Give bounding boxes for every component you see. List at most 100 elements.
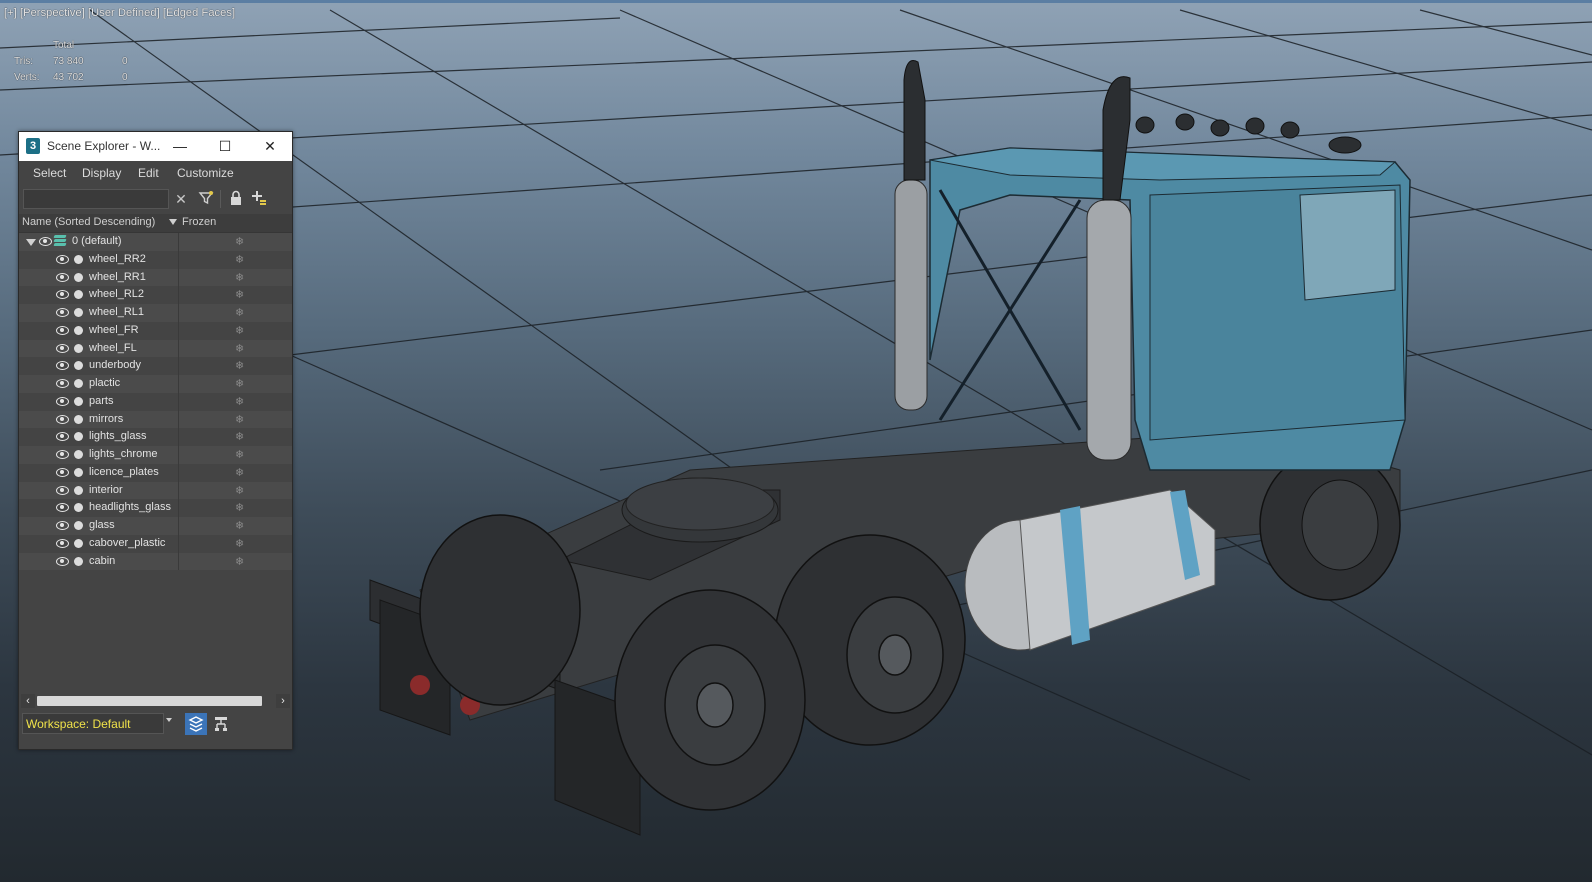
tree-row[interactable]: headlights_glass ❄ [19, 499, 292, 517]
visibility-eye-icon[interactable] [39, 237, 52, 246]
tree-row[interactable]: glass ❄ [19, 517, 292, 535]
scroll-right-arrow-icon[interactable]: › [276, 694, 290, 708]
freeze-toggle-icon[interactable]: ❄ [235, 413, 244, 426]
tree-row[interactable]: cabin ❄ [19, 552, 292, 571]
freeze-toggle-icon[interactable]: ❄ [235, 306, 244, 319]
expand-arrow-icon[interactable] [26, 239, 36, 246]
freeze-toggle-icon[interactable]: ❄ [235, 430, 244, 443]
horizontal-scrollbar[interactable]: ‹ › [19, 693, 292, 709]
visibility-eye-icon[interactable] [56, 396, 69, 406]
visibility-eye-icon[interactable] [56, 485, 69, 495]
object-name: wheel_RR2 [89, 252, 146, 265]
tree-row[interactable]: lights_glass ❄ [19, 428, 292, 446]
freeze-toggle-icon[interactable]: ❄ [235, 377, 244, 390]
visibility-eye-icon[interactable] [56, 414, 69, 424]
freeze-toggle-icon[interactable]: ❄ [235, 501, 244, 514]
dropdown-arrow-icon[interactable] [166, 718, 172, 722]
scene-explorer-window[interactable]: 3 Scene Explorer - W... — ☐ ✕ Select Dis… [18, 131, 293, 750]
scene-tree: 0 (default) ❄ wheel_RR2 ❄ wheel_RR1 ❄ wh… [19, 233, 292, 688]
menu-customize[interactable]: Customize [177, 166, 234, 180]
freeze-toggle-icon[interactable]: ❄ [235, 271, 244, 284]
visibility-eye-icon[interactable] [56, 343, 69, 353]
object-dot-icon [74, 396, 83, 406]
visibility-eye-icon[interactable] [56, 503, 69, 513]
freeze-toggle-icon[interactable]: ❄ [235, 342, 244, 355]
visibility-eye-icon[interactable] [56, 325, 69, 335]
tree-row[interactable]: wheel_RR1 ❄ [19, 268, 292, 287]
visibility-eye-icon[interactable] [56, 379, 69, 388]
object-dot-icon [74, 450, 83, 459]
object-name: headlights_glass [89, 501, 171, 514]
tree-row[interactable]: wheel_RL1 ❄ [19, 304, 292, 322]
visibility-eye-icon[interactable] [56, 556, 69, 566]
menu-display[interactable]: Display [82, 166, 121, 180]
tree-row-layer-default[interactable]: 0 (default) ❄ [19, 233, 292, 251]
hierarchy-icon [215, 717, 227, 731]
frozen-column-header[interactable]: Frozen [182, 216, 216, 228]
freeze-toggle-icon[interactable]: ❄ [235, 324, 244, 337]
object-name: wheel_FR [89, 323, 139, 336]
freeze-toggle-icon[interactable]: ❄ [235, 519, 244, 532]
layer-stack-icon [53, 235, 67, 248]
visibility-eye-icon[interactable] [56, 432, 69, 442]
visibility-eye-icon[interactable] [56, 290, 69, 300]
layers-icon [188, 716, 204, 732]
clear-search-icon[interactable]: ✕ [172, 190, 190, 208]
3dsmax-app-icon: 3 [26, 138, 40, 154]
freeze-toggle-icon[interactable]: ❄ [235, 253, 244, 266]
freeze-toggle-icon[interactable]: ❄ [235, 484, 244, 497]
visibility-eye-icon[interactable] [56, 467, 69, 477]
close-button[interactable]: ✕ [248, 132, 292, 161]
tree-row[interactable]: interior ❄ [19, 481, 292, 500]
sort-by-layer-button[interactable] [185, 713, 207, 735]
scroll-left-arrow-icon[interactable]: ‹ [21, 694, 35, 708]
freeze-toggle-icon[interactable]: ❄ [235, 359, 244, 372]
visibility-eye-icon[interactable] [56, 450, 69, 459]
object-name: licence_plates [89, 465, 159, 478]
freeze-toggle-icon[interactable]: ❄ [235, 448, 244, 461]
scene-explorer-titlebar[interactable]: 3 Scene Explorer - W... — ☐ ✕ [19, 132, 292, 161]
tree-row[interactable]: wheel_RL2 ❄ [19, 286, 292, 304]
maximize-button[interactable]: ☐ [203, 132, 247, 161]
freeze-toggle-icon[interactable]: ❄ [235, 235, 244, 248]
freeze-toggle-icon[interactable]: ❄ [235, 555, 244, 568]
visibility-eye-icon[interactable] [56, 272, 69, 282]
visibility-eye-icon[interactable] [56, 538, 69, 548]
visibility-eye-icon[interactable] [56, 254, 69, 264]
menu-bar: Select Display Edit Customize [19, 161, 292, 185]
object-dot-icon [74, 432, 83, 442]
menu-edit[interactable]: Edit [138, 166, 159, 180]
tree-row[interactable]: parts ❄ [19, 392, 292, 411]
object-name: parts [89, 394, 114, 407]
workspace-dropdown[interactable]: Workspace: Default [22, 713, 164, 734]
freeze-toggle-icon[interactable]: ❄ [235, 395, 244, 408]
sort-by-hierarchy-button[interactable] [210, 713, 232, 735]
add-layer-icon[interactable] [250, 190, 268, 208]
tree-row[interactable]: licence_plates ❄ [19, 463, 292, 482]
tree-row[interactable]: lights_chrome ❄ [19, 446, 292, 464]
tree-row[interactable]: wheel_FL ❄ [19, 339, 292, 358]
visibility-eye-icon[interactable] [56, 308, 69, 317]
explorer-toolbar: ✕ [19, 185, 292, 213]
tree-row[interactable]: cabover_plastic ❄ [19, 534, 292, 553]
tree-row[interactable]: underbody ❄ [19, 357, 292, 375]
search-input[interactable] [23, 189, 169, 209]
tree-row[interactable]: mirrors ❄ [19, 410, 292, 429]
freeze-toggle-icon[interactable]: ❄ [235, 288, 244, 301]
object-name: wheel_RL2 [89, 288, 145, 301]
visibility-eye-icon[interactable] [56, 521, 69, 530]
freeze-toggle-icon[interactable]: ❄ [235, 466, 244, 479]
name-column-header[interactable]: Name (Sorted Descending) [22, 216, 155, 228]
viewport-label[interactable]: [+] [Perspective] [User Defined] [Edged … [4, 7, 235, 19]
menu-select[interactable]: Select [33, 166, 66, 180]
tree-row[interactable]: wheel_FR ❄ [19, 321, 292, 340]
minimize-button[interactable]: — [158, 132, 202, 161]
lock-icon[interactable] [227, 190, 245, 208]
object-dot-icon [74, 414, 83, 424]
scrollbar-thumb[interactable] [37, 696, 262, 706]
tree-row[interactable]: plactic ❄ [19, 375, 292, 393]
freeze-toggle-icon[interactable]: ❄ [235, 537, 244, 550]
tree-row[interactable]: wheel_RR2 ❄ [19, 250, 292, 269]
visibility-eye-icon[interactable] [56, 361, 69, 371]
filter-icon[interactable] [197, 190, 215, 208]
